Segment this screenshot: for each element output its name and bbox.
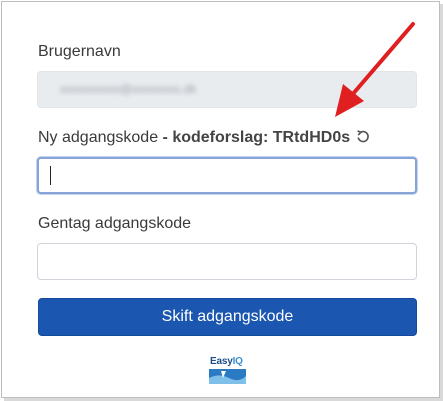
username-label: Brugernavn [38, 43, 121, 60]
new-password-input[interactable] [37, 157, 417, 194]
new-password-label: Ny adgangskode - kodeforslag: TRtdHD0s [38, 129, 350, 147]
easyiq-logo: EasyIQ [208, 356, 248, 386]
refresh-icon[interactable] [355, 129, 371, 145]
new-password-label-text: Ny adgangskode [38, 129, 159, 146]
logo-text: EasyIQ [210, 356, 243, 367]
logo-mark-icon [209, 369, 246, 384]
repeat-password-label: Gentag adgangskode [38, 215, 192, 232]
username-field: xxxxxxxxxx@xxxxxxxx.dk [37, 71, 417, 108]
text-caret [50, 166, 51, 185]
repeat-password-input[interactable] [37, 243, 417, 280]
password-suggestion: kodeforslag: TRtdHD0s [172, 129, 351, 146]
change-password-button[interactable]: Skift adgangskode [38, 298, 417, 336]
username-value: xxxxxxxxxx@xxxxxxxx.dk [60, 82, 197, 96]
suggestion-separator: - [158, 129, 173, 146]
